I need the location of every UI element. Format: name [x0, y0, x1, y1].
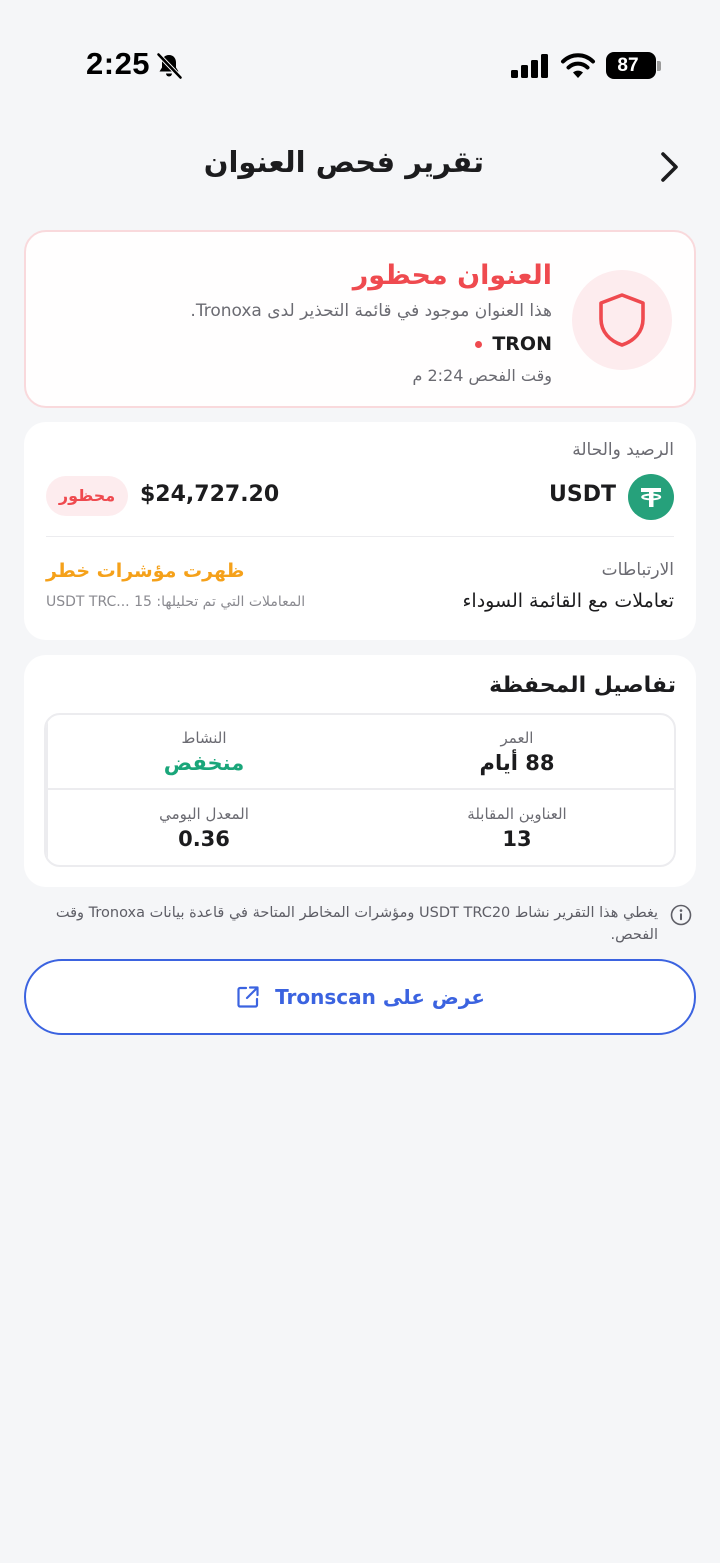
status-badge: محظور — [46, 476, 128, 516]
network-row: TRON — [190, 326, 552, 362]
tether-icon — [628, 474, 674, 520]
bell-slash-icon — [156, 52, 183, 80]
tronscan-button-label: عرض على Tronscan — [275, 985, 485, 1009]
balance-section-label: الرصيد والحالة — [572, 440, 674, 460]
balance-amount: $24,727.20 — [140, 482, 280, 507]
transactions-analyzed-tokens: USDT TRC... — [46, 594, 130, 610]
stat-counterparties: العناوين المقابلة 13 — [360, 790, 674, 865]
status-time: 2:25 — [86, 46, 151, 81]
divider — [46, 536, 674, 537]
shield-icon — [599, 293, 645, 347]
info-icon — [670, 904, 692, 926]
stat-daily-rate: المعدل اليومي 0.36 — [46, 790, 360, 865]
balance-card: الرصيد والحالة USDT $24,727.20 محظور الا… — [24, 422, 696, 640]
external-link-icon — [237, 986, 259, 1008]
view-on-tronscan-button[interactable]: عرض على Tronscan — [24, 959, 696, 1035]
alert-title: العنوان محظور — [352, 260, 552, 291]
stat-label: العناوين المقابلة — [467, 804, 567, 823]
network-label: TRON — [492, 333, 552, 355]
links-label: الارتباطات — [601, 560, 674, 580]
transactions-analyzed: المعاملات التي تم تحليلها: 15 USDT TRC..… — [46, 594, 305, 610]
wallet-stats-grid: العمر 88 أيام النشاط منخفض العناوين المق… — [44, 713, 676, 867]
stat-value: منخفض — [163, 750, 245, 775]
report-footnote: يغطي هذا التقرير نشاط USDT TRC20 ومؤشرات… — [52, 902, 692, 946]
shield-badge — [572, 270, 672, 370]
transactions-analyzed-label: المعاملات التي تم تحليلها: 15 — [134, 594, 306, 610]
wallet-details-card: تفاصيل المحفظة العمر 88 أيام النشاط منخف… — [24, 655, 696, 887]
token-symbol: USDT — [549, 482, 616, 507]
alert-text-block: العنوان محظور هذا العنوان موجود في قائمة… — [190, 256, 552, 390]
scan-time: وقت الفحص 2:24 م — [412, 366, 552, 385]
cellular-signal-icon — [511, 54, 548, 78]
stat-label: المعدل اليومي — [159, 804, 249, 823]
wallet-details-title: تفاصيل المحفظة — [489, 673, 676, 698]
stat-label: العمر — [500, 728, 534, 747]
network-dot — [475, 340, 483, 348]
risk-indicator-label: ظهرت مؤشرات خطر — [46, 560, 245, 582]
back-button[interactable] — [650, 146, 690, 188]
alert-description: هذا العنوان موجود في قائمة التحذير لدى T… — [190, 301, 552, 321]
battery-level: 87 — [617, 55, 639, 76]
alert-card: العنوان محظور هذا العنوان موجود في قائمة… — [24, 230, 696, 408]
stat-activity: النشاط منخفض — [46, 715, 360, 790]
stat-age: العمر 88 أيام — [360, 715, 674, 790]
stat-value: 0.36 — [178, 826, 230, 851]
footnote-text: يغطي هذا التقرير نشاط USDT TRC20 ومؤشرات… — [55, 905, 658, 943]
battery-indicator: 87 — [606, 52, 662, 79]
wifi-icon — [561, 53, 595, 78]
stat-value: 88 أيام — [479, 750, 555, 775]
stat-value: 13 — [502, 826, 532, 851]
stat-label: النشاط — [181, 728, 227, 747]
chevron-right-icon — [661, 152, 678, 182]
links-value: تعاملات مع القائمة السوداء — [462, 590, 675, 612]
status-bar: 2:25 87 — [0, 0, 720, 120]
page-title: تقرير فحص العنوان — [203, 145, 484, 179]
